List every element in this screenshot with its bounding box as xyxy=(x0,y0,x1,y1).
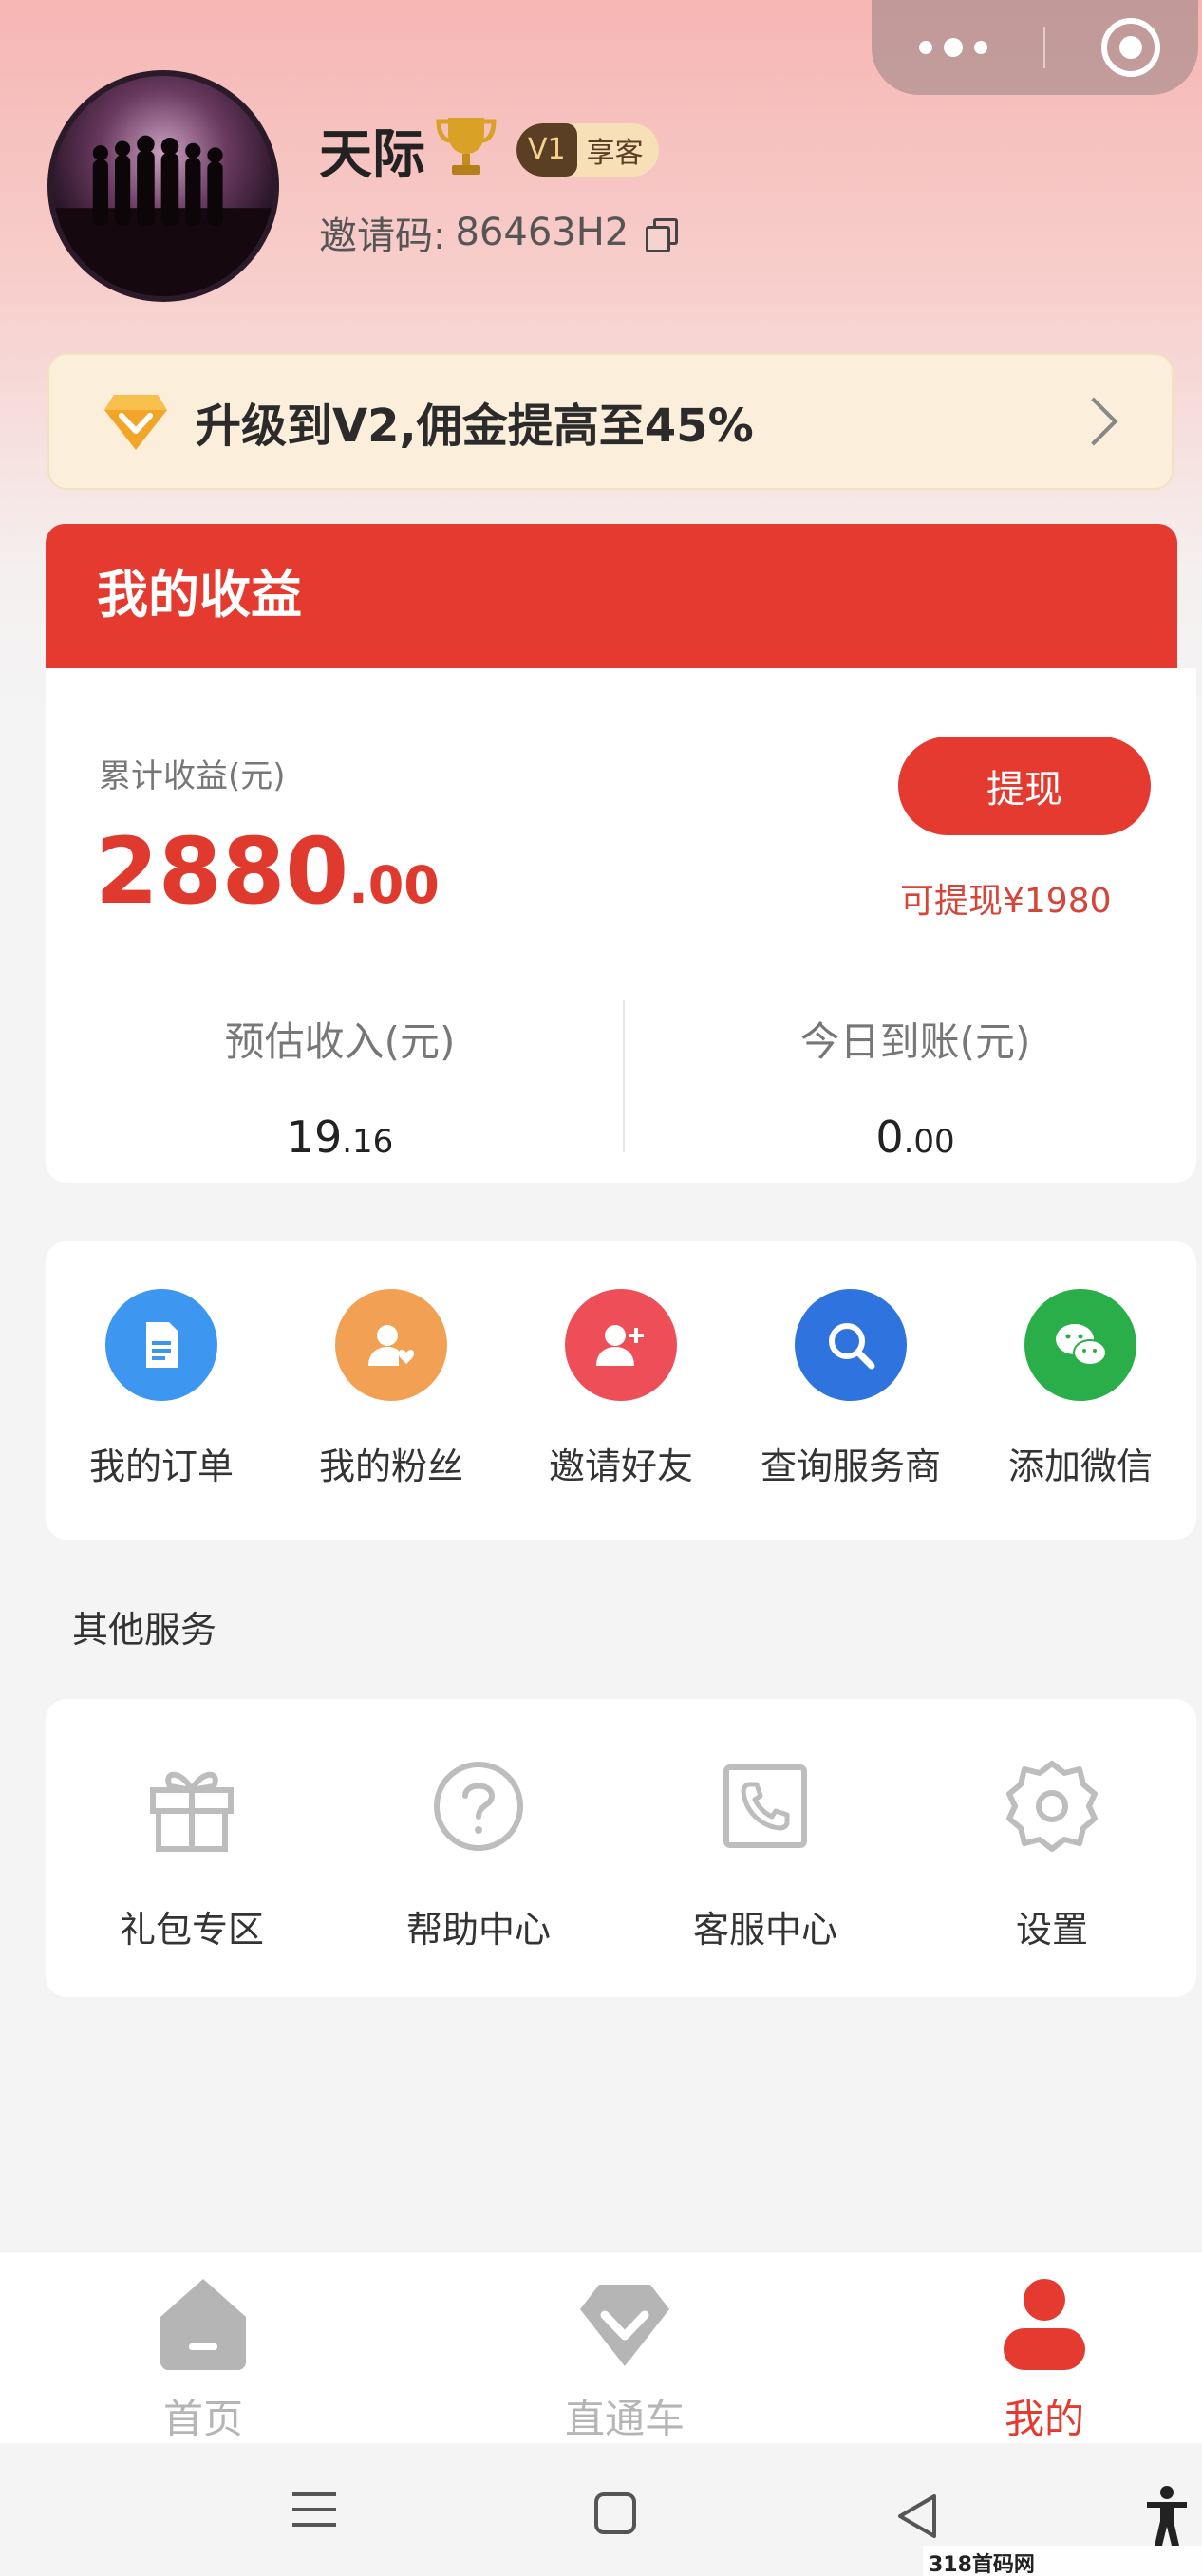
service-gift-zone[interactable]: 礼包专区 xyxy=(78,1750,306,1952)
miniprogram-capsule xyxy=(872,0,1198,95)
invite-label: 邀请码: xyxy=(319,215,446,258)
invite-code: 86463H2 xyxy=(455,211,629,254)
user-name: 天际 xyxy=(319,124,425,186)
other-services: 礼包专区 帮助中心 客服中心 设置 xyxy=(46,1699,1196,1997)
wechat-icon xyxy=(1024,1289,1136,1401)
back-icon[interactable] xyxy=(896,2492,940,2540)
divider xyxy=(623,1000,625,1152)
bottom-tab-bar: 首页 直通车 我的 xyxy=(0,2251,1202,2443)
estimated-income-value: 19.16 xyxy=(286,1111,394,1163)
total-earnings-value: 2880.00 xyxy=(95,818,440,924)
service-help-center[interactable]: 帮助中心 xyxy=(365,1750,592,1952)
today-received: 今日到账(元) 0.00 xyxy=(649,1010,1181,1163)
add-user-icon xyxy=(565,1289,677,1401)
home-button-icon[interactable] xyxy=(594,2492,636,2534)
phone-icon xyxy=(723,1764,807,1848)
tab-mine[interactable]: 我的 xyxy=(940,2271,1149,2445)
watermark: 318首码网 www.e318.com xyxy=(923,2546,1202,2576)
avatar[interactable] xyxy=(47,70,279,302)
tab-express[interactable]: 直通车 xyxy=(520,2271,729,2445)
invite-code-row: 邀请码: 86463H2 xyxy=(319,205,679,260)
user-heart-icon xyxy=(335,1289,447,1401)
upgrade-text: 升级到V2,佣金提高至45% xyxy=(196,400,754,453)
tab-express-label: 直通车 xyxy=(564,2396,685,2442)
earnings-header: 我的收益 xyxy=(46,524,1177,676)
upgrade-banner[interactable]: 升级到V2,佣金提高至45% xyxy=(47,353,1174,490)
menu-my-fans[interactable]: 我的粉丝 xyxy=(296,1289,486,1489)
level-label: V1 xyxy=(516,123,577,177)
withdrawable-amount: 可提现¥1980 xyxy=(900,882,1112,921)
earnings-title: 我的收益 xyxy=(97,565,302,625)
menu-invite-friends[interactable]: 邀请好友 xyxy=(526,1289,716,1489)
earnings-card: 累计收益(元) 2880.00 提现 可提现¥1980 预估收入(元) 19.1… xyxy=(46,668,1196,1183)
other-services-title: 其他服务 xyxy=(72,1609,217,1651)
chevron-right-icon xyxy=(1069,397,1118,446)
level-badge: V1 享客 xyxy=(516,123,659,177)
menu-query-provider[interactable]: 查询服务商 xyxy=(756,1289,946,1489)
trophy-icon xyxy=(436,118,497,175)
avatar-image xyxy=(53,135,273,296)
copy-icon[interactable] xyxy=(644,216,679,252)
diamond-icon xyxy=(104,395,167,450)
more-icon[interactable] xyxy=(919,38,987,57)
gift-icon xyxy=(150,1771,234,1852)
close-miniprogram-icon[interactable] xyxy=(1101,18,1160,77)
estimated-income-label: 预估收入(元) xyxy=(224,1018,456,1065)
help-icon xyxy=(434,1762,523,1851)
today-received-value: 0.00 xyxy=(875,1111,955,1163)
recent-apps-icon[interactable] xyxy=(292,2492,336,2538)
home-icon xyxy=(160,2279,246,2370)
today-received-label: 今日到账(元) xyxy=(799,1018,1031,1065)
diamond-icon xyxy=(580,2285,669,2366)
service-customer-center[interactable]: 客服中心 xyxy=(651,1750,879,1952)
menu-add-wechat[interactable]: 添加微信 xyxy=(986,1289,1175,1489)
gear-icon xyxy=(1006,1761,1098,1852)
document-icon xyxy=(105,1289,217,1401)
quick-menu: 我的订单 我的粉丝 邀请好友 查询服务商 添加微信 xyxy=(46,1241,1196,1540)
search-icon xyxy=(795,1289,907,1401)
tab-mine-label: 我的 xyxy=(1004,2396,1084,2442)
withdraw-button[interactable]: 提现 xyxy=(898,737,1151,835)
estimated-income: 预估收入(元) 19.16 xyxy=(74,1010,606,1163)
service-settings[interactable]: 设置 xyxy=(938,1750,1166,1952)
total-earnings-label: 累计收益(元) xyxy=(99,757,286,795)
person-icon xyxy=(1004,2279,1085,2370)
accessibility-icon[interactable] xyxy=(1145,2485,1189,2548)
level-title: 享客 xyxy=(586,137,644,170)
tab-home-label: 首页 xyxy=(162,2396,243,2442)
tab-home[interactable]: 首页 xyxy=(99,2271,308,2445)
menu-my-orders[interactable]: 我的订单 xyxy=(66,1289,256,1489)
